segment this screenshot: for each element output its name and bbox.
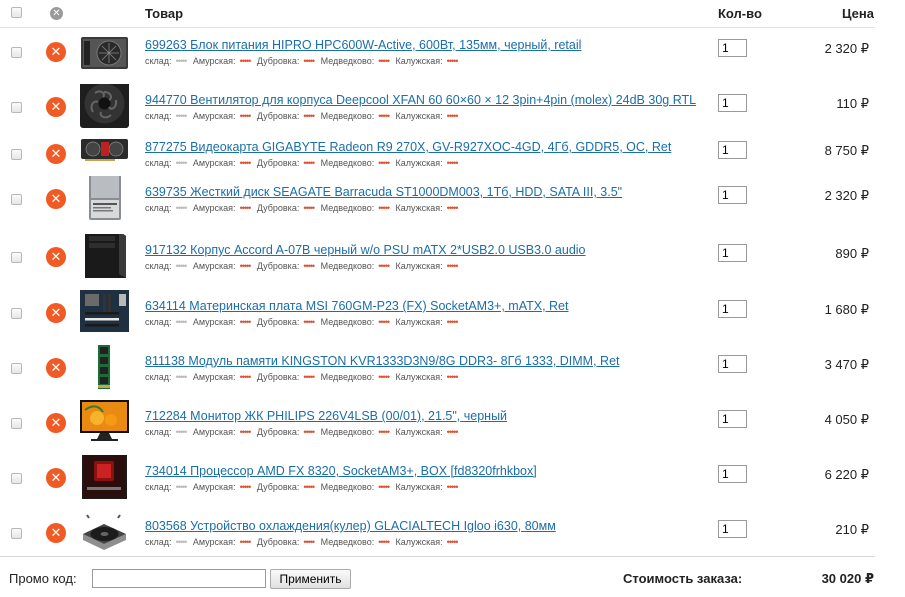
- item-title-link[interactable]: 712284 Монитор ЖК PHILIPS 226V4LSB (00/0…: [145, 409, 507, 423]
- stock-info: склад: ••••• Амурская: ••••• Дубровка: ••••…: [145, 56, 458, 66]
- quantity-input[interactable]: [718, 520, 747, 538]
- cart-row: ✕ 944770 Вентилятор для корпуса Deepcool…: [0, 84, 875, 138]
- motherboard-icon[interactable]: [79, 290, 130, 336]
- remove-item-icon[interactable]: ✕: [46, 303, 66, 323]
- select-all-checkbox[interactable]: [11, 7, 22, 18]
- stock-info: склад: ••••• Амурская: ••••• Дубровка: ••••…: [145, 111, 458, 121]
- promo-code-input[interactable]: [92, 569, 266, 588]
- item-price: 110 ₽: [836, 96, 869, 111]
- psu-icon[interactable]: [79, 29, 130, 75]
- quantity-input[interactable]: [718, 39, 747, 57]
- item-title-link[interactable]: 811138 Модуль памяти KINGSTON KVR1333D3N…: [145, 354, 620, 368]
- remove-item-icon[interactable]: ✕: [46, 247, 66, 267]
- remove-item-icon[interactable]: ✕: [46, 189, 66, 209]
- row-checkbox[interactable]: [11, 528, 22, 539]
- item-price: 4 050 ₽: [824, 412, 869, 427]
- promo-code-label: Промо код:: [9, 571, 77, 586]
- stock-info: склад: ••••• Амурская: ••••• Дубровка: ••••…: [145, 482, 458, 492]
- row-checkbox[interactable]: [11, 102, 22, 113]
- item-title-link[interactable]: 944770 Вентилятор для корпуса Deepcool X…: [145, 93, 696, 107]
- quantity-input[interactable]: [718, 94, 747, 112]
- item-price: 210 ₽: [835, 522, 869, 537]
- cart-row: ✕ 734014 Процессор AMD FX 8320, SocketAM…: [0, 455, 875, 509]
- quantity-input[interactable]: [718, 244, 747, 262]
- row-checkbox[interactable]: [11, 252, 22, 263]
- row-checkbox[interactable]: [11, 308, 22, 319]
- cart-row: ✕ 639735 Жесткий диск SEAGATE Barracuda …: [0, 176, 875, 230]
- row-checkbox[interactable]: [11, 473, 22, 484]
- monitor-icon[interactable]: [79, 400, 130, 446]
- stock-info: склад: ••••• Амурская: ••••• Дубровка: ••••…: [145, 158, 458, 168]
- item-price: 6 220 ₽: [824, 467, 869, 482]
- cart-row: ✕ 634114 Материнская плата MSI 760GM-P23…: [0, 290, 875, 344]
- remove-all-icon[interactable]: ✕: [50, 7, 63, 20]
- row-checkbox[interactable]: [11, 149, 22, 160]
- remove-item-icon[interactable]: ✕: [46, 97, 66, 117]
- column-header-price: Цена: [842, 6, 874, 21]
- order-total-value: 30 020 ₽: [821, 571, 874, 586]
- hdd-icon[interactable]: [79, 176, 130, 222]
- stock-info: склад: ••••• Амурская: ••••• Дубровка: ••••…: [145, 203, 458, 213]
- quantity-input[interactable]: [718, 300, 747, 318]
- fan-icon[interactable]: [79, 84, 130, 130]
- row-checkbox[interactable]: [11, 418, 22, 429]
- ram-icon[interactable]: [79, 345, 130, 391]
- remove-item-icon[interactable]: ✕: [46, 42, 66, 62]
- quantity-input[interactable]: [718, 410, 747, 428]
- gpu-icon[interactable]: [79, 131, 130, 177]
- apply-promo-button[interactable]: Применить: [270, 569, 351, 589]
- item-title-link[interactable]: 917132 Корпус Accord A-07B черный w/o PS…: [145, 243, 586, 257]
- stock-info: склад: ••••• Амурская: ••••• Дубровка: ••••…: [145, 427, 458, 437]
- quantity-input[interactable]: [718, 465, 747, 483]
- item-title-link[interactable]: 803568 Устройство охлаждения(кулер) GLAC…: [145, 519, 556, 533]
- remove-item-icon[interactable]: ✕: [46, 144, 66, 164]
- item-price: 2 320 ₽: [824, 188, 869, 203]
- cart-row: ✕ 811138 Модуль памяти KINGSTON KVR1333D…: [0, 345, 875, 399]
- item-title-link[interactable]: 639735 Жесткий диск SEAGATE Barracuda ST…: [145, 185, 622, 199]
- item-price: 2 320 ₽: [824, 41, 869, 56]
- remove-item-icon[interactable]: ✕: [46, 468, 66, 488]
- row-checkbox[interactable]: [11, 194, 22, 205]
- quantity-input[interactable]: [718, 186, 747, 204]
- cart-header: ✕ Товар Кол-во Цена: [0, 0, 875, 28]
- item-title-link[interactable]: 877275 Видеокарта GIGABYTE Radeon R9 270…: [145, 140, 671, 154]
- column-header-qty: Кол-во: [718, 6, 762, 21]
- stock-info: склад: ••••• Амурская: ••••• Дубровка: ••••…: [145, 317, 458, 327]
- remove-item-icon[interactable]: ✕: [46, 523, 66, 543]
- case-icon[interactable]: [79, 234, 130, 280]
- quantity-input[interactable]: [718, 355, 747, 373]
- item-title-link[interactable]: 734014 Процессор AMD FX 8320, SocketAM3+…: [145, 464, 537, 478]
- remove-item-icon[interactable]: ✕: [46, 413, 66, 433]
- stock-info: склад: ••••• Амурская: ••••• Дубровка: ••••…: [145, 537, 458, 547]
- stock-info: склад: ••••• Амурская: ••••• Дубровка: ••••…: [145, 261, 458, 271]
- cart-row: ✕ 917132 Корпус Accord A-07B черный w/o …: [0, 234, 875, 288]
- cpu-box-icon[interactable]: [79, 455, 130, 501]
- item-price: 1 680 ₽: [824, 302, 869, 317]
- remove-item-icon[interactable]: ✕: [46, 358, 66, 378]
- order-total-label: Стоимость заказа:: [623, 571, 743, 586]
- quantity-input[interactable]: [718, 141, 747, 159]
- stock-info: склад: ••••• Амурская: ••••• Дубровка: ••••…: [145, 372, 458, 382]
- shopping-cart: ✕ Товар Кол-во Цена ✕ 699263 Блок питани…: [0, 0, 905, 596]
- item-price: 8 750 ₽: [824, 143, 869, 158]
- item-title-link[interactable]: 699263 Блок питания HIPRO HPC600W-Active…: [145, 38, 581, 52]
- item-price: 890 ₽: [835, 246, 869, 261]
- cart-row: ✕ 712284 Монитор ЖК PHILIPS 226V4LSB (00…: [0, 400, 875, 454]
- cart-footer: Промо код: Применить Стоимость заказа: 3…: [0, 556, 875, 597]
- cooler-icon[interactable]: [79, 510, 130, 556]
- cart-row: ✕ 699263 Блок питания HIPRO HPC600W-Acti…: [0, 29, 875, 83]
- item-price: 3 470 ₽: [824, 357, 869, 372]
- item-title-link[interactable]: 634114 Материнская плата MSI 760GM-P23 (…: [145, 299, 569, 313]
- column-header-name: Товар: [145, 6, 184, 21]
- row-checkbox[interactable]: [11, 47, 22, 58]
- row-checkbox[interactable]: [11, 363, 22, 374]
